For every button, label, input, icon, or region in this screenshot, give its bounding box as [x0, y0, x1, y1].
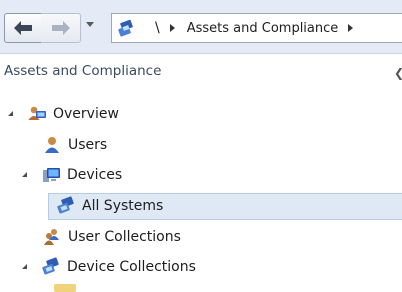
- folder-icon: [54, 284, 76, 292]
- tree-item-users[interactable]: Users: [42, 133, 107, 157]
- expand-arrow-icon[interactable]: [22, 172, 27, 177]
- breadcrumb[interactable]: \ Assets and Compliance: [111, 13, 402, 43]
- tree-item-label: Users: [68, 137, 108, 153]
- tree-item-overview[interactable]: Overview: [27, 102, 119, 126]
- tree-item-user-collections[interactable]: User Collections: [42, 225, 181, 249]
- tree-item-label: Devices: [67, 167, 123, 183]
- tree-item-label: Overview: [53, 106, 119, 122]
- forward-button[interactable]: [41, 13, 81, 43]
- console-icon: [117, 18, 137, 38]
- tree-item-label: All Systems: [82, 198, 164, 214]
- tree-item-device-collections[interactable]: Device Collections: [41, 255, 196, 279]
- tree-item-devices[interactable]: Devices: [41, 163, 122, 187]
- devices-icon: [41, 165, 61, 185]
- expand-arrow-icon[interactable]: [8, 111, 13, 116]
- tree-item-label: Device Collections: [67, 259, 196, 275]
- back-button[interactable]: [4, 13, 42, 43]
- collection-icon: [56, 196, 76, 216]
- tree-item-all-systems[interactable]: All Systems: [56, 194, 163, 218]
- tree-item-label: User Collections: [68, 229, 181, 245]
- expand-arrow-icon[interactable]: [22, 264, 27, 269]
- breadcrumb-root[interactable]: \: [155, 20, 160, 36]
- arrow-left-icon: [14, 21, 32, 35]
- arrow-right-icon: [51, 21, 70, 35]
- collection-icon: [41, 257, 61, 277]
- breadcrumb-separator[interactable]: [169, 24, 175, 32]
- breadcrumb-separator[interactable]: [348, 24, 354, 32]
- address-bar: \ Assets and Compliance: [0, 0, 402, 54]
- user-collection-icon: [42, 227, 62, 247]
- breadcrumb-item-assets[interactable]: Assets and Compliance: [187, 21, 339, 36]
- chevron-down-icon[interactable]: [86, 22, 94, 27]
- chevron-left-icon[interactable]: ❮: [394, 66, 402, 80]
- overview-icon: [27, 104, 47, 124]
- user-icon: [42, 135, 62, 155]
- pane-title: Assets and Compliance: [4, 63, 162, 79]
